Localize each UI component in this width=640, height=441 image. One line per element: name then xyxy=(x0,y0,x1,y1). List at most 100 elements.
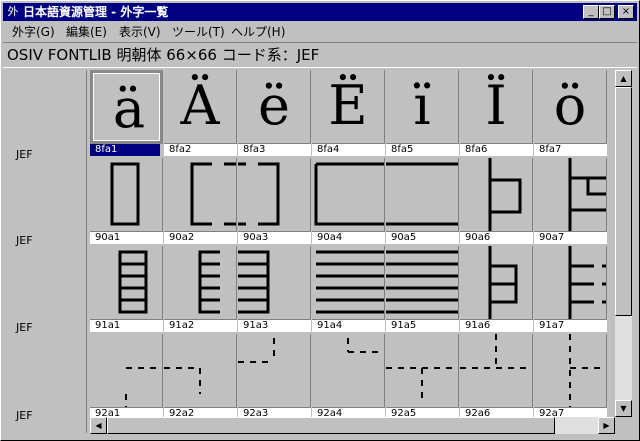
title-bar[interactable]: 外 日本語資源管理 - 外字一覧 _ □ × xyxy=(3,3,637,21)
maximize-button[interactable]: □ xyxy=(599,5,615,19)
scrollbar-corner xyxy=(615,417,632,434)
glyph-face[interactable] xyxy=(460,246,533,320)
glyph-code-label: 8fa5 xyxy=(386,144,459,156)
glyph-cell[interactable]: ä 8fa1 xyxy=(90,70,164,157)
glyph-face[interactable]: Ä xyxy=(164,70,237,144)
glyph-face[interactable]: ö xyxy=(534,70,607,144)
glyph-cell[interactable]: 90a2 xyxy=(164,158,238,245)
glyph-face[interactable] xyxy=(460,334,533,408)
glyph-cell[interactable]: 90a4 xyxy=(312,158,386,245)
glyph-face[interactable] xyxy=(534,246,607,320)
glyph-cell[interactable]: 90a6 xyxy=(460,158,534,245)
scroll-right-arrow-icon[interactable]: ▶ xyxy=(598,417,615,434)
glyph-cell[interactable]: 92a1 xyxy=(90,334,164,417)
glyph-cell[interactable]: ï 8fa5 xyxy=(386,70,460,157)
glyph-face[interactable]: ï xyxy=(386,70,459,144)
glyph-cell[interactable]: 91a7 xyxy=(534,246,608,333)
glyph-drawing xyxy=(125,367,162,407)
glyph-face[interactable] xyxy=(386,246,459,320)
glyph-face[interactable] xyxy=(90,158,163,232)
glyph-cell[interactable]: 92a7 xyxy=(534,334,608,417)
glyph-face[interactable] xyxy=(386,334,459,408)
glyph-code-label: 91a5 xyxy=(386,320,459,332)
glyph-face[interactable] xyxy=(238,158,311,232)
menu-edit[interactable]: 編集(E) xyxy=(66,24,107,40)
scroll-left-arrow-icon[interactable]: ◀ xyxy=(90,417,107,434)
glyph-cell[interactable]: Ä 8fa2 xyxy=(164,70,238,157)
glyph-cell[interactable]: Ë 8fa4 xyxy=(312,70,386,157)
glyph-cell[interactable]: 90a7 xyxy=(534,158,608,245)
glyph-code-label: 90a1 xyxy=(90,232,163,244)
glyph-cell[interactable]: 92a5 xyxy=(386,334,460,417)
glyph-cell[interactable]: 90a1 xyxy=(90,158,164,245)
glyph-face[interactable] xyxy=(164,246,237,320)
glyph-cell[interactable]: Ï 8fa6 xyxy=(460,70,534,157)
scroll-down-arrow-icon[interactable]: ▼ xyxy=(615,400,632,417)
menu-bar: 外字(G) 編集(E) 表示(V) ツール(T) ヘルプ(H) xyxy=(3,22,637,41)
glyph-face[interactable] xyxy=(534,334,607,408)
glyph-drawing xyxy=(190,162,236,226)
glyph-cell[interactable]: ë 8fa3 xyxy=(238,70,312,157)
glyph-code-label: 92a3 xyxy=(238,408,311,417)
glyph-face[interactable] xyxy=(312,246,385,320)
main-window: 外 日本語資源管理 - 外字一覧 _ □ × 外字(G) 編集(E) 表示(V)… xyxy=(0,0,640,441)
glyph-character: Ï xyxy=(485,74,507,137)
glyph-cell[interactable]: 91a5 xyxy=(386,246,460,333)
horizontal-scroll-thumb[interactable] xyxy=(107,417,555,434)
glyph-face[interactable] xyxy=(164,158,237,232)
glyph-face[interactable] xyxy=(238,334,311,408)
glyph-face[interactable] xyxy=(312,158,385,232)
close-button[interactable]: × xyxy=(618,5,634,19)
glyph-code-label: 90a5 xyxy=(386,232,459,244)
glyph-face[interactable]: Ë xyxy=(312,70,385,144)
glyph-face[interactable] xyxy=(238,246,311,320)
glyph-cell[interactable]: 91a6 xyxy=(460,246,534,333)
glyph-code-label: 92a1 xyxy=(90,408,163,417)
vertical-scroll-thumb[interactable] xyxy=(615,87,632,316)
glyph-code-label: 91a7 xyxy=(534,320,607,332)
glyph-cell[interactable]: 90a3 xyxy=(238,158,312,245)
glyph-face[interactable] xyxy=(386,158,459,232)
glyph-face[interactable] xyxy=(164,334,237,408)
glyph-cell[interactable]: 92a4 xyxy=(312,334,386,417)
glyph-drawing xyxy=(568,246,606,319)
glyph-drawing xyxy=(386,250,458,314)
row-label: JEF xyxy=(16,321,33,334)
vertical-scrollbar[interactable]: ▲ ▼ xyxy=(615,70,632,417)
glyph-cell[interactable]: 92a6 xyxy=(460,334,534,417)
glyph-character: Ë xyxy=(328,74,368,137)
glyph-drawing xyxy=(238,162,280,226)
glyph-code-label: 8fa4 xyxy=(312,144,385,156)
glyph-cell[interactable]: 92a2 xyxy=(164,334,238,417)
glyph-cell[interactable]: 91a2 xyxy=(164,246,238,333)
glyph-cell[interactable]: 91a3 xyxy=(238,246,312,333)
horizontal-scrollbar[interactable]: ◀ ▶ xyxy=(90,417,615,434)
row-label-panel: JEF JEF JEF JEF xyxy=(7,70,87,433)
glyph-cell[interactable]: 92a3 xyxy=(238,334,312,417)
glyph-face[interactable] xyxy=(534,158,607,232)
glyph-face[interactable] xyxy=(312,334,385,408)
glyph-code-label: 90a4 xyxy=(312,232,385,244)
glyph-code-label: 92a2 xyxy=(164,408,237,417)
app-icon[interactable]: 外 xyxy=(5,4,21,20)
glyph-face[interactable] xyxy=(90,246,163,320)
glyph-face[interactable] xyxy=(90,334,163,408)
glyph-face[interactable]: ë xyxy=(238,70,311,144)
font-info-text: OSIV FONTLIB 明朝体 66×66 コード系：JEF xyxy=(7,46,320,64)
glyph-code-label: 8fa6 xyxy=(460,144,533,156)
glyph-face[interactable]: ä xyxy=(90,70,163,144)
window-title: 日本語資源管理 - 外字一覧 xyxy=(23,5,169,19)
glyph-cell[interactable]: 90a5 xyxy=(386,158,460,245)
scroll-up-arrow-icon[interactable]: ▲ xyxy=(615,70,632,87)
glyph-code-label: 90a7 xyxy=(534,232,607,244)
glyph-cell[interactable]: ö 8fa7 xyxy=(534,70,608,157)
glyph-cell[interactable]: 91a4 xyxy=(312,246,386,333)
glyph-cell[interactable]: 91a1 xyxy=(90,246,164,333)
menu-tools[interactable]: ツール(T) xyxy=(172,24,225,40)
menu-view[interactable]: 表示(V) xyxy=(119,24,161,40)
menu-gaiji[interactable]: 外字(G) xyxy=(12,24,55,40)
glyph-face[interactable]: Ï xyxy=(460,70,533,144)
glyph-face[interactable] xyxy=(460,158,533,232)
menu-help[interactable]: ヘルプ(H) xyxy=(231,24,285,40)
minimize-button[interactable]: _ xyxy=(583,5,599,19)
